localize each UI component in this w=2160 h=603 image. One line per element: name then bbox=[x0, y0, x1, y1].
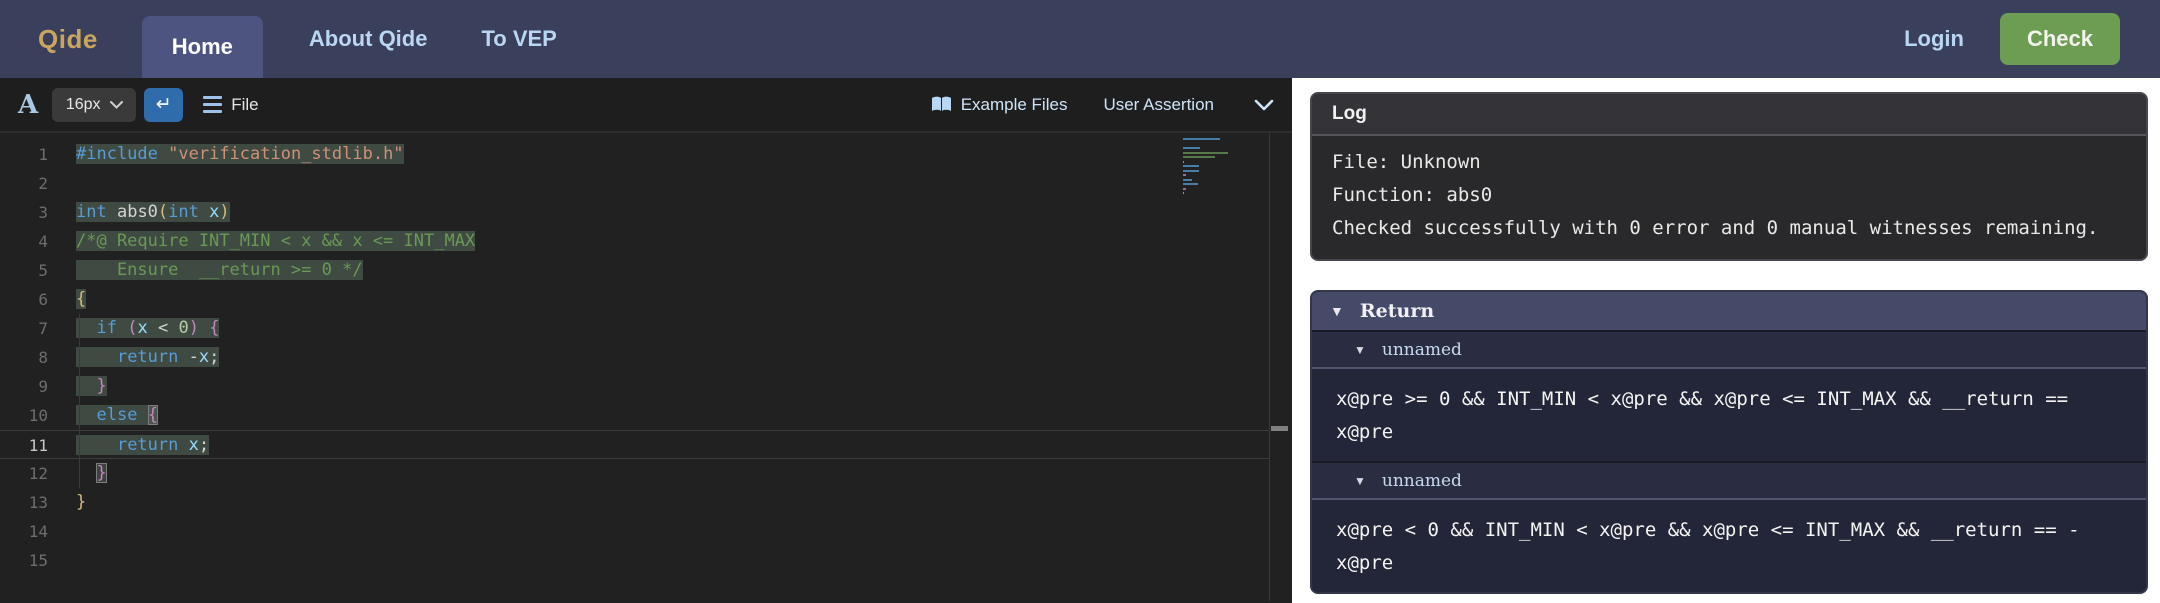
return-groups: ▼ unnamed x@pre >= 0 && INT_MIN < x@pre &&… bbox=[1312, 330, 2146, 592]
code-line: 3 int abs0(int x) bbox=[0, 198, 1269, 227]
nav-tab-home[interactable]: Home bbox=[142, 16, 263, 78]
code-line: 12 } bbox=[0, 459, 1269, 488]
line-number: 5 bbox=[0, 256, 62, 285]
minimap[interactable] bbox=[1183, 138, 1229, 206]
code-line: 5 Ensure __return >= 0 */ bbox=[0, 256, 1269, 285]
return-section-header[interactable]: ▼ Return bbox=[1312, 292, 2146, 330]
font-size-value: 16px bbox=[66, 96, 101, 114]
assertion-condition: x@pre >= 0 && INT_MIN < x@pre && x@pre <… bbox=[1336, 383, 2080, 449]
selection-highlight: return x; bbox=[76, 435, 209, 455]
code-line: 1 #include "verification_stdlib.h" bbox=[0, 140, 1269, 169]
insert-newline-button[interactable]: ↵ bbox=[144, 88, 183, 122]
editor-pane: A 16px ↵ File Example Files User Asserti… bbox=[0, 78, 1292, 603]
file-menu-label: File bbox=[231, 95, 258, 115]
code-line: 11 return x; bbox=[0, 430, 1269, 459]
assertion-group-label: unnamed bbox=[1382, 340, 1462, 360]
login-link[interactable]: Login bbox=[1904, 26, 1964, 52]
line-number: 10 bbox=[0, 401, 62, 430]
example-files-label: Example Files bbox=[961, 95, 1068, 115]
code-line: 10 else { bbox=[0, 401, 1269, 430]
indent-guide bbox=[79, 314, 80, 488]
line-number: 7 bbox=[0, 314, 62, 343]
toolbar-right-group: Example Files User Assertion bbox=[931, 95, 1278, 115]
code-line: 8 return -x; bbox=[0, 343, 1269, 372]
selection-highlight: Ensure __return >= 0 */ bbox=[76, 260, 363, 280]
return-arrow-icon: ↵ bbox=[156, 93, 172, 116]
log-line: File: Unknown bbox=[1332, 146, 2126, 179]
font-size-select[interactable]: 16px bbox=[52, 88, 136, 122]
selection-highlight: #include "verification_stdlib.h" bbox=[76, 144, 404, 164]
code-line: 9 } bbox=[0, 372, 1269, 401]
log-line: Checked successfully with 0 error and 0 … bbox=[1332, 212, 2126, 245]
code-line: 4 /*@ Require INT_MIN < x && x <= INT_MAX bbox=[0, 227, 1269, 256]
line-number: 3 bbox=[0, 198, 62, 227]
collapse-triangle-icon: ▼ bbox=[1354, 343, 1366, 357]
file-menu-button[interactable]: File bbox=[203, 95, 258, 115]
return-section-title: Return bbox=[1360, 300, 1434, 322]
overview-ruler-separator bbox=[1269, 133, 1270, 601]
user-assertion-dropdown[interactable]: User Assertion bbox=[1103, 95, 1214, 115]
chevron-down-icon bbox=[110, 101, 123, 109]
user-assertion-label: User Assertion bbox=[1103, 95, 1214, 115]
line-number: 6 bbox=[0, 285, 62, 314]
line-number: 9 bbox=[0, 372, 62, 401]
code-line: 13} bbox=[0, 488, 1269, 517]
code-line: 14 bbox=[0, 517, 1269, 546]
overview-ruler-marker bbox=[1271, 426, 1288, 431]
log-panel: Log File: UnknownFunction: abs0Checked s… bbox=[1310, 92, 2148, 261]
nav-tab-to-vep[interactable]: To VEP bbox=[481, 26, 556, 52]
line-number: 2 bbox=[0, 169, 62, 198]
code-line: 6{ bbox=[0, 285, 1269, 314]
code-line: 7 if (x < 0) { bbox=[0, 314, 1269, 343]
line-number: 12 bbox=[0, 459, 62, 488]
collapse-triangle-icon: ▼ bbox=[1354, 474, 1366, 488]
selection-highlight: int abs0(int x) bbox=[76, 202, 230, 222]
selection-highlight: } bbox=[76, 376, 107, 396]
code-editor[interactable]: 1 #include "verification_stdlib.h" 23 int a… bbox=[0, 133, 1292, 601]
line-number: 4 bbox=[0, 227, 62, 256]
font-style-icon[interactable]: A bbox=[18, 90, 38, 120]
book-icon bbox=[931, 96, 952, 113]
chevron-down-icon bbox=[1254, 99, 1274, 111]
selection-highlight: /*@ Require INT_MIN < x && x <= INT_MAX bbox=[76, 231, 475, 251]
line-number: 14 bbox=[0, 517, 62, 546]
assertion-group-header[interactable]: ▼ unnamed bbox=[1312, 330, 2146, 367]
log-line: Function: abs0 bbox=[1332, 179, 2126, 212]
log-messages: File: UnknownFunction: abs0Checked succe… bbox=[1312, 136, 2146, 259]
code-lines: 1 #include "verification_stdlib.h" 23 int a… bbox=[0, 133, 1292, 575]
selection-highlight: if (x < 0) { bbox=[76, 318, 219, 338]
code-line: 2 bbox=[0, 169, 1269, 198]
navbar: Qide Home About Qide To VEP Login Check bbox=[0, 0, 2160, 78]
user-assertion-chevron[interactable] bbox=[1254, 99, 1274, 111]
assertion-group-header[interactable]: ▼ unnamed bbox=[1312, 461, 2146, 498]
assertion-group-body: x@pre < 0 && INT_MIN < x@pre && x@pre <=… bbox=[1312, 498, 2146, 592]
line-number: 11 bbox=[0, 431, 62, 458]
menu-icon bbox=[203, 96, 222, 113]
collapse-triangle-icon: ▼ bbox=[1330, 303, 1344, 319]
editor-toolbar: A 16px ↵ File Example Files User Asserti… bbox=[0, 78, 1292, 133]
return-panel: ▼ Return ▼ unnamed x@pre >= 0 && INT_MIN <… bbox=[1310, 290, 2148, 594]
selection-highlight: return -x; bbox=[76, 347, 219, 367]
line-number: 1 bbox=[0, 140, 62, 169]
assertion-group-body: x@pre >= 0 && INT_MIN < x@pre && x@pre <… bbox=[1312, 367, 2146, 461]
example-files-button[interactable]: Example Files bbox=[931, 95, 1068, 115]
code-line: 15 bbox=[0, 546, 1269, 575]
line-number: 13 bbox=[0, 488, 62, 517]
log-panel-title: Log bbox=[1312, 94, 2146, 136]
line-number: 8 bbox=[0, 343, 62, 372]
check-button[interactable]: Check bbox=[2000, 13, 2120, 65]
selection-highlight: else { bbox=[76, 405, 158, 425]
brand-logo[interactable]: Qide bbox=[38, 24, 98, 55]
selection-highlight: { bbox=[76, 289, 86, 309]
assertion-group-label: unnamed bbox=[1382, 471, 1462, 491]
nav-tab-about-qide[interactable]: About Qide bbox=[309, 26, 428, 52]
line-number: 15 bbox=[0, 546, 62, 575]
assertion-condition: x@pre < 0 && INT_MIN < x@pre && x@pre <=… bbox=[1336, 514, 2080, 580]
